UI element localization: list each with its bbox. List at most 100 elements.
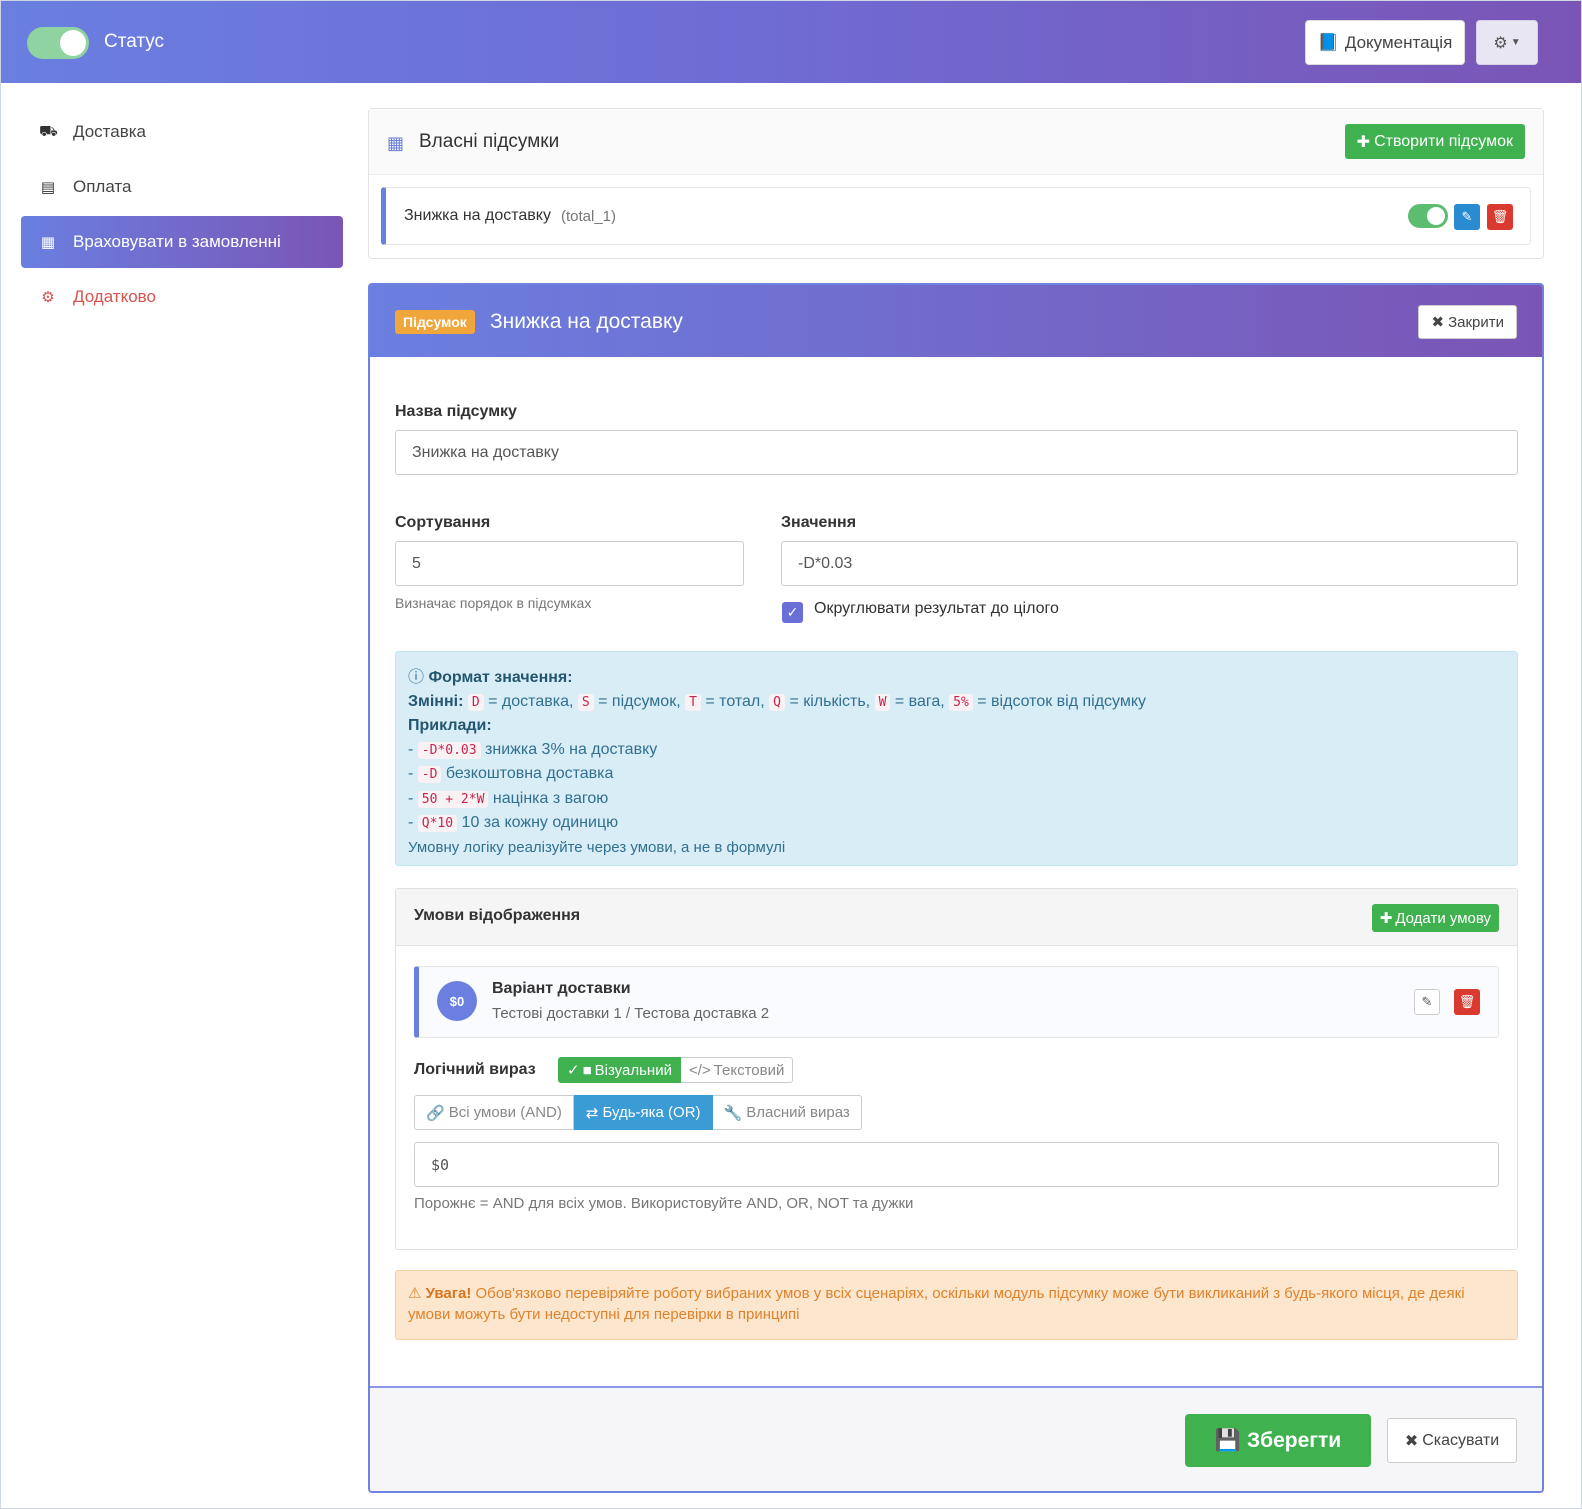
app-window: Статус 📘 Документація ⚙ ▼ ⛟ Доставка ▤ О… bbox=[0, 0, 1582, 1509]
variable-desc: = тотал, bbox=[705, 692, 765, 710]
toggle-knob bbox=[1427, 207, 1445, 225]
delete-total-button[interactable]: 🗑 bbox=[1487, 204, 1513, 230]
create-total-label: Створити підсумок bbox=[1374, 132, 1513, 150]
variable-code: D bbox=[467, 693, 484, 711]
link-icon: 🔗 bbox=[426, 1104, 445, 1122]
total-name: Знижка на доставку bbox=[404, 207, 551, 224]
create-total-button[interactable]: ✚ Створити підсумок bbox=[1344, 124, 1525, 159]
warning-strong: Увага! bbox=[425, 1285, 472, 1302]
panel-title: Власні підсумки bbox=[419, 131, 560, 152]
total-list-item[interactable]: Знижка на доставку (total_1) ✎ 🗑 bbox=[381, 187, 1531, 245]
delete-condition-button[interactable]: 🗑 bbox=[1454, 989, 1480, 1015]
documentation-button[interactable]: 📘 Документація bbox=[1305, 20, 1465, 65]
total-name-input[interactable]: Знижка на доставку bbox=[395, 430, 1518, 475]
sidebar-item-label: Оплата bbox=[73, 177, 132, 196]
sidebar-item-additional[interactable]: ⚙ Додатково bbox=[21, 271, 343, 323]
examples-label: Приклади: bbox=[408, 717, 492, 734]
status-toggle[interactable] bbox=[27, 27, 89, 59]
sidebar-nav: ⛟ Доставка ▤ Оплата ▦ Враховувати в замо… bbox=[21, 106, 343, 326]
variable-code: S bbox=[577, 693, 594, 711]
logic-expression-help: Порожнє = AND для всіх умов. Використову… bbox=[414, 1195, 914, 1212]
custom-totals-panel: ▦ Власні підсумки ✚ Створити підсумок Зн… bbox=[368, 108, 1544, 259]
variable-desc: = підсумок, bbox=[598, 692, 681, 710]
variables-line: Змінні: D = доставка, S = підсумок, T = … bbox=[408, 690, 1505, 715]
sidebar-item-payment[interactable]: ▤ Оплата bbox=[21, 161, 343, 213]
cancel-label: Скасувати bbox=[1422, 1431, 1500, 1449]
edit-total-button[interactable]: ✎ bbox=[1454, 204, 1480, 230]
sidebar-item-order-totals[interactable]: ▦ Враховувати в замовленні bbox=[21, 216, 343, 268]
pencil-icon: ✎ bbox=[1461, 209, 1473, 224]
sort-order-input[interactable]: 5 bbox=[395, 541, 744, 586]
sort-help-text: Визначає порядок в підсумках bbox=[395, 595, 592, 611]
close-label: Закрити bbox=[1448, 313, 1504, 331]
example-line: - 50 + 2*W націнка з вагою bbox=[408, 789, 609, 808]
warning-alert: ⚠ Увага! Обов'язково перевіряйте роботу … bbox=[395, 1270, 1518, 1340]
puzzle-icon: ■ bbox=[582, 1061, 592, 1079]
variable-desc: = відсоток від підсумку bbox=[977, 692, 1147, 710]
total-code: (total_1) bbox=[560, 207, 617, 225]
close-editor-button[interactable]: ✖ Закрити bbox=[1418, 305, 1517, 339]
edit-condition-button[interactable]: ✎ bbox=[1414, 989, 1440, 1015]
close-icon: ✖ bbox=[1431, 314, 1445, 331]
toggle-knob bbox=[60, 30, 86, 56]
variable-desc: = кількість, bbox=[789, 692, 871, 710]
variables-label: Змінні: bbox=[408, 692, 464, 710]
cancel-button[interactable]: ✖ Скасувати bbox=[1387, 1418, 1517, 1463]
total-enabled-toggle[interactable] bbox=[1408, 204, 1448, 228]
round-result-label: Округлювати результат до цілого bbox=[814, 600, 1059, 617]
logic-expression-input[interactable]: $0 bbox=[414, 1142, 1499, 1187]
shuffle-icon: ⇄ bbox=[585, 1104, 599, 1122]
example-line: - -D*0.03 знижка 3% на доставку bbox=[408, 740, 658, 759]
close-icon: ✖ bbox=[1404, 1432, 1419, 1450]
sidebar-item-delivery[interactable]: ⛟ Доставка bbox=[21, 106, 343, 158]
gears-icon: ⚙ bbox=[41, 289, 55, 306]
name-field-label: Назва підсумку bbox=[395, 403, 517, 420]
gear-icon: ⚙ bbox=[1493, 34, 1508, 52]
logic-mode-switch: ✓ ■ Візуальний </> Текстовий bbox=[558, 1057, 794, 1083]
text-mode-button[interactable]: </> Текстовий bbox=[680, 1057, 794, 1083]
sidebar-item-label: Доставка bbox=[73, 122, 147, 141]
logic-expression-label: Логічний вираз bbox=[414, 1061, 536, 1078]
total-editor: Підсумок Знижка на доставку ✖ Закрити На… bbox=[368, 283, 1544, 1493]
conditions-title: Умови відображення bbox=[414, 907, 581, 924]
text-mode-label: Текстовий bbox=[713, 1061, 785, 1079]
condition-id-avatar: $0 bbox=[437, 981, 477, 1021]
format-info-box: ⓘ Формат значення: Змінні: D = доставка,… bbox=[395, 651, 1518, 866]
save-label: Зберегти bbox=[1246, 1428, 1342, 1452]
logic-expression-value: $0 bbox=[431, 1155, 450, 1174]
visual-mode-button[interactable]: ✓ ■ Візуальний bbox=[558, 1057, 681, 1083]
save-button[interactable]: 💾 Зберегти bbox=[1185, 1414, 1371, 1467]
value-field-label: Значення bbox=[781, 514, 857, 531]
example-desc: знижка 3% на доставку bbox=[485, 740, 658, 758]
truck-icon: ⛟ bbox=[39, 122, 58, 140]
round-result-checkbox[interactable]: ✓ bbox=[782, 602, 803, 623]
value-formula-input[interactable]: -D*0.03 bbox=[781, 541, 1518, 586]
sort-order-value: 5 bbox=[412, 554, 421, 572]
info-title-line: ⓘ Формат значення: bbox=[408, 666, 1505, 690]
add-condition-button[interactable]: ✚ Додати умову bbox=[1371, 904, 1499, 932]
pencil-icon: ✎ bbox=[1421, 994, 1433, 1009]
sidebar-item-label: Враховувати в замовленні bbox=[73, 232, 281, 251]
code-icon: </> bbox=[688, 1061, 711, 1079]
editor-footer: 💾 Зберегти ✖ Скасувати bbox=[370, 1386, 1542, 1491]
conditions-header: Умови відображення ✚ Додати умову bbox=[396, 889, 1517, 946]
caret-down-icon: ▼ bbox=[1510, 37, 1521, 48]
variable-desc: = доставка, bbox=[488, 692, 574, 710]
variable-code: T bbox=[685, 693, 701, 711]
condition-item[interactable]: $0 Варіант доставки Тестові доставки 1 /… bbox=[414, 966, 1499, 1038]
documentation-label: Документація bbox=[1344, 32, 1453, 52]
total-badge: Підсумок bbox=[395, 310, 475, 334]
any-condition-or-button[interactable]: ⇄ Будь-яка (OR) bbox=[573, 1095, 713, 1130]
example-code: Q*10 bbox=[417, 815, 458, 832]
info-note: Умовну логіку реалізуйте через умови, а … bbox=[408, 838, 786, 856]
editor-header: Підсумок Знижка на доставку ✖ Закрити bbox=[370, 285, 1542, 357]
custom-label: Власний вираз bbox=[746, 1104, 850, 1121]
settings-dropdown-button[interactable]: ⚙ ▼ bbox=[1476, 20, 1538, 65]
wrench-icon: 🔧 bbox=[723, 1104, 743, 1122]
check-icon: ✓ bbox=[786, 604, 799, 620]
calculator-icon: ▦ bbox=[387, 133, 405, 153]
status-label: Статус bbox=[104, 31, 165, 52]
all-conditions-and-button[interactable]: 🔗 Всі умови (AND) bbox=[414, 1095, 574, 1130]
custom-expression-button[interactable]: 🔧 Власний вираз bbox=[712, 1095, 862, 1130]
plus-icon: ✚ bbox=[1379, 910, 1393, 927]
